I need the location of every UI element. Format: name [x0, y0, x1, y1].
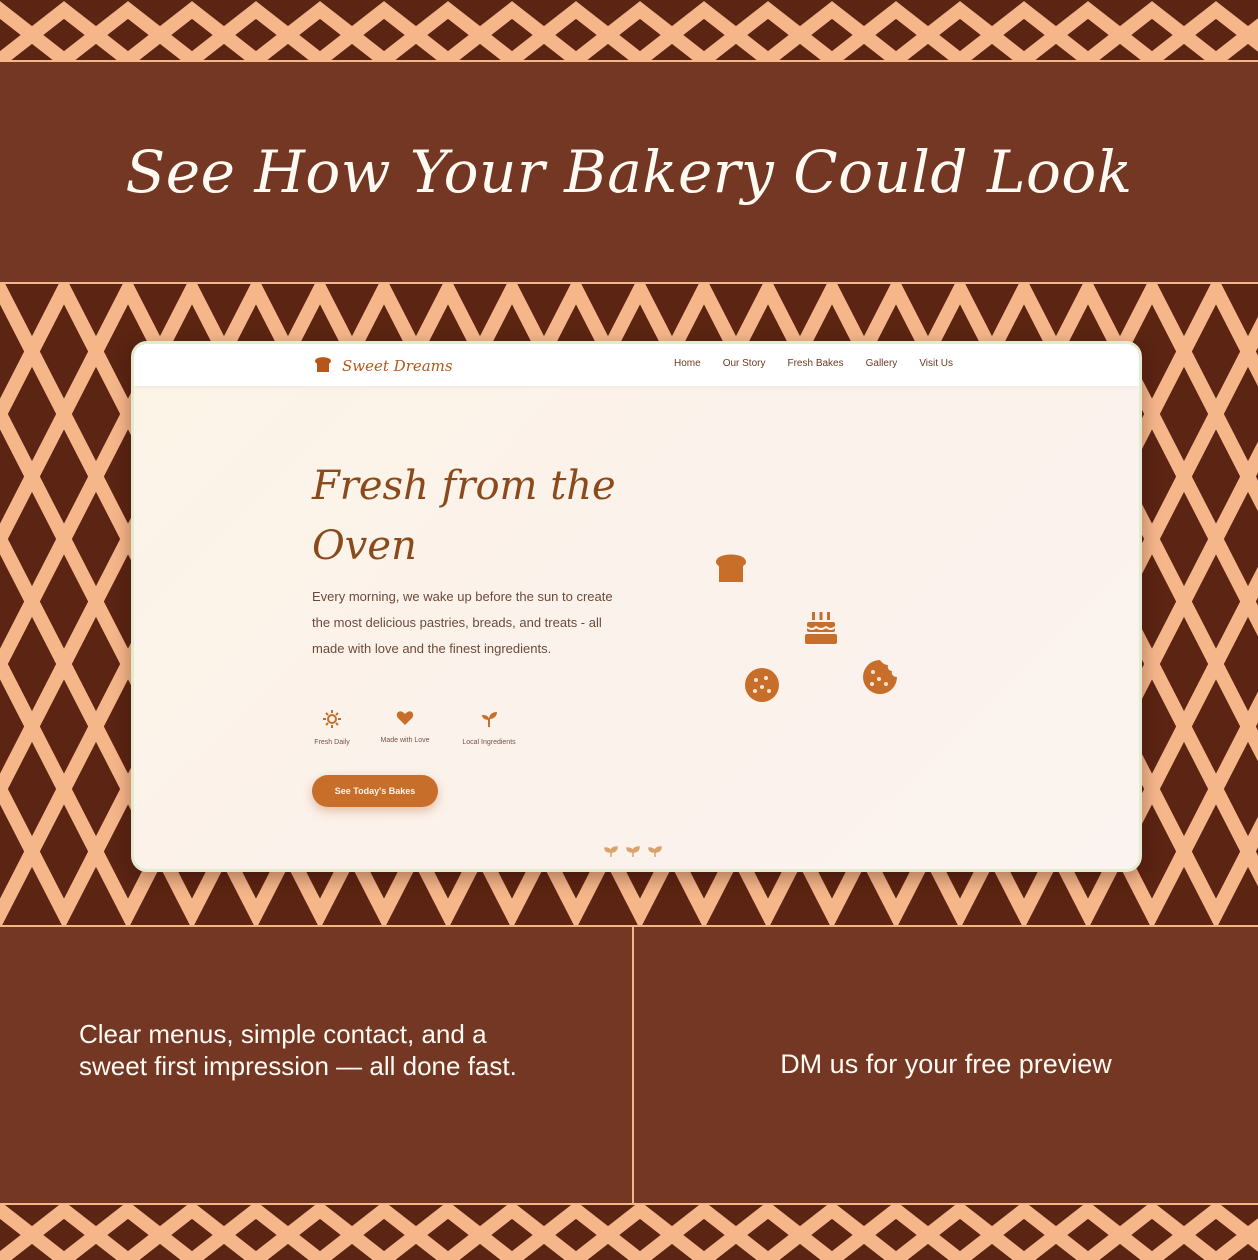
- brand-name: Sweet Dreams: [342, 356, 453, 375]
- preview-navbar: Sweet Dreams Home Our Story Fresh Bakes …: [134, 344, 1139, 386]
- bottom-right-cta: DM us for your free preview: [780, 1049, 1112, 1079]
- hero-text: Every morning, we wake up before the sun…: [312, 589, 613, 656]
- sprout-icon: [604, 844, 618, 862]
- cake-icon: [804, 609, 838, 652]
- website-preview-card: Sweet Dreams Home Our Story Fresh Bakes …: [131, 341, 1142, 872]
- top-zigzag-svg: [0, 1, 1258, 60]
- cookie-icon: [744, 667, 780, 708]
- nav-home[interactable]: Home: [674, 358, 701, 369]
- feature-made-with-love: Made with Love: [374, 710, 436, 746]
- feature-label: Local Ingredients: [462, 739, 516, 746]
- bottom-zigzag-svg: [0, 1205, 1258, 1260]
- bread-logo-icon: [312, 353, 334, 378]
- nav-gallery[interactable]: Gallery: [866, 358, 898, 369]
- bottom-zigzag-pattern: [0, 1205, 1258, 1260]
- bottom-left-text: Clear menus, simple contact, and a sweet…: [79, 1019, 517, 1081]
- feature-list: Fresh Daily Made with Love Local Ingredi…: [310, 710, 522, 746]
- feature-fresh-daily: Fresh Daily: [310, 710, 354, 746]
- preview-brand[interactable]: Sweet Dreams: [312, 353, 453, 378]
- nav-fresh-bakes[interactable]: Fresh Bakes: [787, 358, 843, 369]
- nav-our-story[interactable]: Our Story: [723, 358, 766, 369]
- sun-icon: [323, 710, 341, 733]
- top-zigzag-pattern: [0, 0, 1258, 60]
- sprout-decoration: [604, 844, 662, 862]
- preview-nav: Home Our Story Fresh Bakes Gallery Visit…: [674, 358, 953, 369]
- sprout-icon: [648, 844, 662, 862]
- feature-label: Made with Love: [380, 737, 430, 744]
- heart-icon: [396, 710, 414, 731]
- hero-title-line2: Oven: [312, 523, 417, 569]
- headline: See How Your Bakery Could Look: [125, 138, 1133, 206]
- bread-icon: [712, 550, 750, 589]
- feature-label: Fresh Daily: [314, 739, 350, 746]
- see-todays-bakes-button[interactable]: See Today's Bakes: [312, 775, 438, 807]
- nav-visit-us[interactable]: Visit Us: [919, 358, 953, 369]
- hero-title-line1: Fresh from the: [312, 463, 616, 509]
- sprout-icon: [626, 844, 640, 862]
- hero-title: Fresh from the Oven: [312, 456, 632, 576]
- bitten-cookie-icon: [862, 659, 898, 700]
- feature-local-ingredients: Local Ingredients: [456, 710, 522, 746]
- sprout-icon: [480, 710, 498, 733]
